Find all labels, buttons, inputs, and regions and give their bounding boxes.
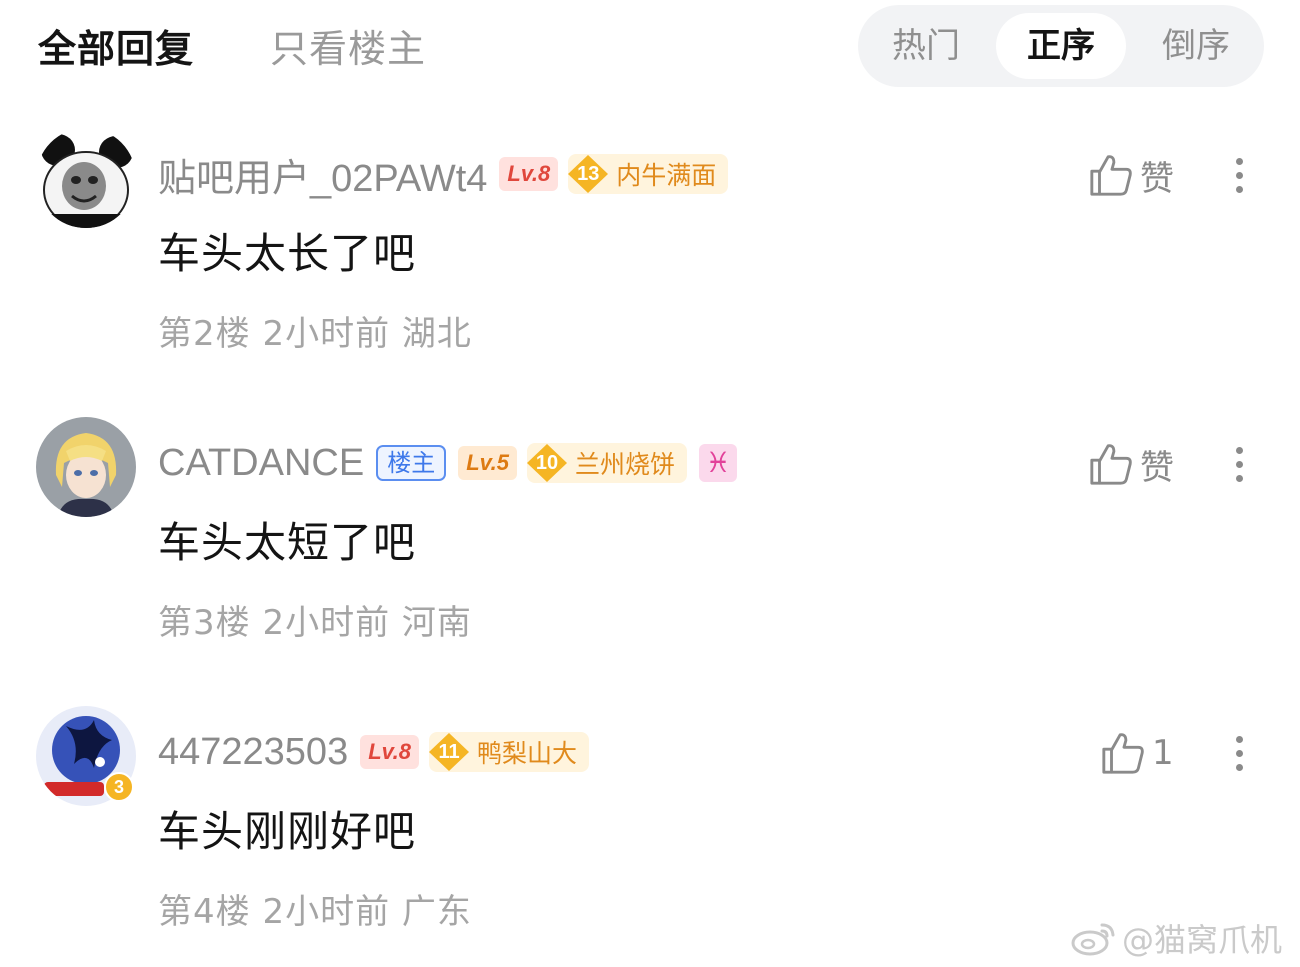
watermark: @猫窝爪机: [1070, 916, 1282, 960]
level-badge: Lv.8: [360, 735, 420, 769]
sort-ascending-button[interactable]: 正序: [996, 13, 1126, 79]
level-badge: Lv.5: [458, 446, 518, 480]
diamond-icon: 11: [427, 732, 471, 772]
watermark-text: @猫窝爪机: [1122, 921, 1283, 959]
thread-owner-badge: 楼主: [376, 445, 447, 481]
comment-content: 车头太短了吧: [158, 518, 417, 567]
anime-character-avatar-icon: [36, 417, 136, 517]
honor-badge: 10 兰州烧饼: [525, 443, 688, 483]
ip-location: 湖北: [401, 314, 472, 354]
like-label: 赞: [1140, 447, 1174, 488]
username[interactable]: 447223503: [158, 731, 348, 774]
honor-title: 鸭梨山大: [477, 739, 578, 768]
thumbs-up-icon: [1090, 444, 1132, 485]
sort-switch: 热门 正序 倒序: [858, 5, 1264, 87]
level-badge: Lv.8: [499, 157, 559, 191]
comment-meta: 第3楼 2小时前 河南: [158, 595, 472, 644]
reply-filter-bar: 全部回复 只看楼主 热门 正序 倒序: [0, 0, 1300, 90]
sort-descending-button[interactable]: 倒序: [1136, 13, 1256, 79]
user-info-row: 贴吧用户_02PAWt4 Lv.8 13 内牛满面: [158, 147, 729, 202]
like-label: 赞: [1140, 158, 1174, 199]
ip-location: 广东: [401, 892, 472, 932]
diamond-icon: 10: [525, 443, 569, 483]
weibo-logo-icon: [1071, 923, 1115, 956]
comment-meta: 第4楼 2小时前 广东: [158, 884, 472, 933]
more-options-icon[interactable]: [1226, 152, 1252, 198]
honor-level: 13: [577, 163, 600, 185]
thumbs-up-icon: [1090, 155, 1132, 196]
more-options-icon[interactable]: [1226, 441, 1252, 487]
tab-all-replies[interactable]: 全部回复: [38, 18, 194, 73]
pisces-zodiac-icon: ♓: [699, 444, 738, 482]
avatar-level-badge: 3: [104, 772, 134, 802]
comment-content: 车头刚刚好吧: [158, 807, 417, 856]
username[interactable]: 贴吧用户_02PAWt4: [158, 147, 487, 202]
comment-item: CATDANCE 楼主 Lv.5 10 兰州烧饼 ♓ 车头太短了吧 第3楼 2小…: [0, 417, 1300, 667]
tab-owner-only[interactable]: 只看楼主: [270, 18, 426, 73]
more-options-icon[interactable]: [1226, 730, 1252, 776]
user-avatar[interactable]: [36, 128, 136, 228]
honor-title: 兰州烧饼: [575, 450, 676, 479]
comment-meta: 第2楼 2小时前 湖北: [158, 306, 472, 355]
like-button[interactable]: 赞: [1088, 150, 1174, 200]
ip-location: 河南: [401, 603, 472, 643]
like-button[interactable]: 1: [1100, 728, 1174, 778]
honor-level: 10: [535, 452, 559, 474]
honor-badge: 13 内牛满面: [566, 154, 729, 194]
floor-number: 第2楼: [158, 314, 251, 354]
like-count: 1: [1152, 733, 1174, 773]
username[interactable]: CATDANCE: [158, 442, 364, 485]
post-time: 2小时前: [262, 314, 391, 354]
honor-title: 内牛满面: [616, 161, 717, 190]
panda-meme-avatar-icon: [36, 128, 136, 228]
honor-level: 11: [438, 741, 460, 763]
like-button[interactable]: 赞: [1088, 439, 1174, 489]
floor-number: 第3楼: [158, 603, 251, 643]
post-time: 2小时前: [262, 603, 391, 643]
user-info-row: 447223503 Lv.8 11 鸭梨山大: [158, 726, 590, 778]
comment-item: 贴吧用户_02PAWt4 Lv.8 13 内牛满面 车头太长了吧 第2楼 2小时…: [0, 128, 1300, 378]
user-avatar[interactable]: [36, 417, 136, 517]
thumbs-up-icon: [1102, 733, 1144, 774]
sort-hot-button[interactable]: 热门: [866, 13, 986, 79]
honor-badge: 11 鸭梨山大: [427, 732, 590, 772]
user-info-row: CATDANCE 楼主 Lv.5 10 兰州烧饼 ♓: [158, 437, 738, 489]
post-time: 2小时前: [262, 892, 391, 932]
comment-content: 车头太长了吧: [158, 229, 417, 278]
diamond-icon: 13: [566, 154, 610, 194]
floor-number: 第4楼: [158, 892, 251, 932]
